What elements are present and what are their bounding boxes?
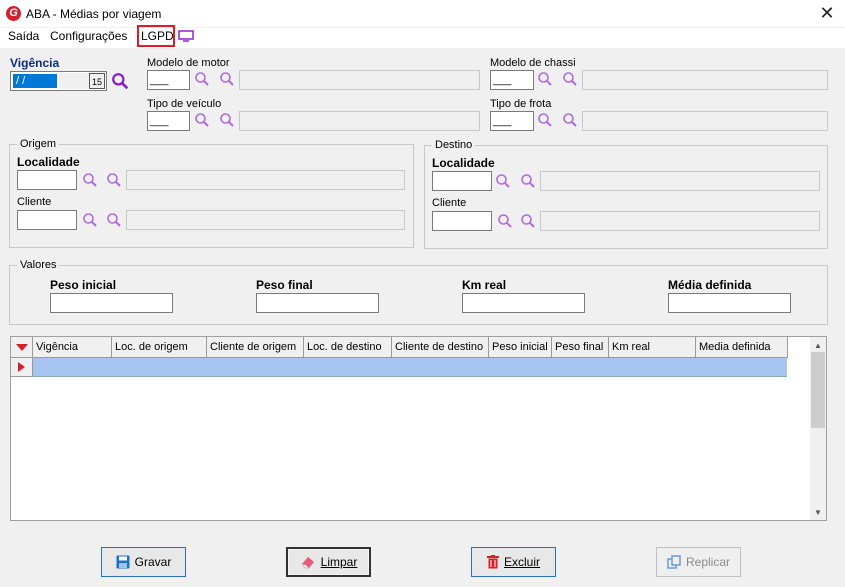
tipo-frota-search-icon[interactable] bbox=[537, 112, 553, 128]
modelo-motor-search-desc-icon[interactable] bbox=[219, 71, 235, 87]
grid-header-peso-inicial[interactable]: Peso inicial bbox=[489, 337, 552, 358]
destino-cliente-search-icon[interactable] bbox=[497, 213, 513, 229]
tipo-veiculo-label: Tipo de veículo bbox=[147, 98, 222, 110]
vigencia-date-empty bbox=[59, 73, 91, 89]
modelo-chassi-search-icon[interactable] bbox=[537, 71, 553, 87]
destino-cliente-label: Cliente bbox=[432, 197, 467, 209]
destino-localidade-label: Localidade bbox=[432, 156, 495, 170]
origem-cliente-code-input[interactable] bbox=[17, 210, 77, 230]
close-icon[interactable]: ✕ bbox=[818, 3, 836, 23]
km-real-label: Km real bbox=[462, 278, 507, 292]
scroll-down-icon[interactable]: ▼ bbox=[814, 508, 822, 517]
excluir-button[interactable]: Excluir bbox=[471, 547, 556, 577]
origem-localidade-search-icon[interactable] bbox=[82, 172, 98, 188]
modelo-chassi-code-input[interactable]: ___ bbox=[490, 70, 534, 90]
tipo-frota-description bbox=[582, 111, 828, 131]
origem-group-title: Origem bbox=[17, 138, 60, 150]
replicar-label: Replicar bbox=[685, 555, 730, 569]
menu-configuracoes[interactable]: Configurações bbox=[50, 29, 127, 43]
vigencia-date-value: / / bbox=[13, 74, 57, 88]
tipo-veiculo-description bbox=[239, 111, 480, 131]
limpar-label: Limpar bbox=[320, 555, 358, 569]
tipo-frota-label: Tipo de frota bbox=[490, 98, 552, 110]
grid-header-loc-destino[interactable]: Loc. de destino bbox=[304, 337, 392, 358]
grid-header-media-definida[interactable]: Media definida bbox=[696, 337, 788, 358]
destino-localidade-search-desc-icon[interactable] bbox=[520, 173, 536, 189]
menu-saida[interactable]: Saída bbox=[8, 29, 39, 43]
vigencia-label: Vigência bbox=[10, 56, 60, 70]
modelo-chassi-label: Modelo de chassi bbox=[490, 57, 576, 69]
save-icon bbox=[116, 555, 130, 569]
origem-cliente-search-desc-icon[interactable] bbox=[106, 212, 122, 228]
origem-localidade-search-desc-icon[interactable] bbox=[106, 172, 122, 188]
grid-menu-button[interactable] bbox=[11, 337, 33, 358]
destino-cliente-search-desc-icon[interactable] bbox=[520, 213, 536, 229]
excluir-label: Excluir bbox=[503, 555, 540, 569]
modelo-motor-description bbox=[239, 70, 480, 90]
peso-final-input[interactable] bbox=[256, 293, 379, 313]
grid-header-peso-final[interactable]: Peso final bbox=[552, 337, 609, 358]
modelo-motor-code-input[interactable]: ___ bbox=[147, 70, 190, 90]
modelo-motor-label: Modelo de motor bbox=[147, 57, 230, 69]
row-pointer-icon bbox=[18, 362, 25, 372]
grid-header-loc-origem[interactable]: Loc. de origem bbox=[112, 337, 207, 358]
destino-cliente-code-input[interactable] bbox=[432, 211, 492, 231]
destino-cliente-description bbox=[540, 211, 820, 231]
gravar-button[interactable]: Gravar bbox=[101, 547, 186, 577]
modelo-chassi-search-desc-icon[interactable] bbox=[562, 71, 578, 87]
scroll-thumb[interactable] bbox=[811, 352, 825, 428]
tipo-veiculo-search-desc-icon[interactable] bbox=[219, 112, 235, 128]
calendar-button[interactable]: 15 bbox=[89, 73, 105, 89]
media-definida-input[interactable] bbox=[668, 293, 791, 313]
monitor-icon[interactable] bbox=[178, 30, 194, 42]
scroll-up-icon[interactable]: ▲ bbox=[814, 341, 822, 350]
dropdown-triangle-icon bbox=[16, 344, 28, 351]
grid-header-vigencia[interactable]: Vigência bbox=[33, 337, 112, 358]
destino-localidade-search-icon[interactable] bbox=[495, 173, 511, 189]
table-row[interactable] bbox=[33, 358, 787, 377]
app-logo-icon: G bbox=[6, 6, 21, 21]
modelo-motor-search-icon[interactable] bbox=[194, 71, 210, 87]
origem-localidade-code-input[interactable] bbox=[17, 170, 77, 190]
copy-icon bbox=[667, 555, 681, 569]
trash-icon bbox=[486, 555, 499, 569]
destino-localidade-description bbox=[540, 171, 820, 191]
origem-cliente-search-icon[interactable] bbox=[82, 212, 98, 228]
grid-header-km-real[interactable]: Km real bbox=[609, 337, 696, 358]
grid-vertical-scrollbar[interactable]: ▲ ▼ bbox=[810, 337, 826, 520]
vigencia-search-icon[interactable] bbox=[111, 72, 129, 90]
gravar-label: Gravar bbox=[134, 555, 172, 569]
destino-group-title: Destino bbox=[432, 139, 476, 151]
origem-cliente-label: Cliente bbox=[17, 196, 52, 208]
eraser-icon bbox=[300, 557, 314, 569]
media-definida-label: Média definida bbox=[668, 278, 752, 292]
tipo-veiculo-code-input[interactable]: ___ bbox=[147, 111, 190, 131]
peso-inicial-input[interactable] bbox=[50, 293, 173, 313]
grid-header-cliente-destino[interactable]: Cliente de destino bbox=[392, 337, 489, 358]
km-real-input[interactable] bbox=[462, 293, 585, 313]
grid-header-cliente-origem[interactable]: Cliente de origem bbox=[207, 337, 304, 358]
valores-group-title: Valores bbox=[17, 259, 60, 271]
tipo-frota-code-input[interactable]: ___ bbox=[490, 111, 534, 131]
modelo-chassi-description bbox=[582, 70, 828, 90]
peso-final-label: Peso final bbox=[256, 278, 313, 292]
vigencia-date-input[interactable]: / / 15 bbox=[10, 71, 107, 91]
data-grid[interactable]: Vigência Loc. de origem Cliente de orige… bbox=[10, 336, 827, 521]
window-title: ABA - Médias por viagem bbox=[26, 7, 162, 21]
origem-localidade-description bbox=[126, 170, 405, 190]
row-indicator bbox=[11, 358, 33, 377]
limpar-button[interactable]: Limpar bbox=[286, 547, 371, 577]
replicar-button[interactable]: Replicar bbox=[656, 547, 741, 577]
menu-lgpd[interactable]: LGPD bbox=[141, 29, 174, 43]
origem-cliente-description bbox=[126, 210, 405, 230]
origem-localidade-label: Localidade bbox=[17, 155, 80, 169]
peso-inicial-label: Peso inicial bbox=[50, 278, 117, 292]
destino-localidade-code-input[interactable] bbox=[432, 171, 492, 191]
tipo-frota-search-desc-icon[interactable] bbox=[562, 112, 578, 128]
tipo-veiculo-search-icon[interactable] bbox=[194, 112, 210, 128]
